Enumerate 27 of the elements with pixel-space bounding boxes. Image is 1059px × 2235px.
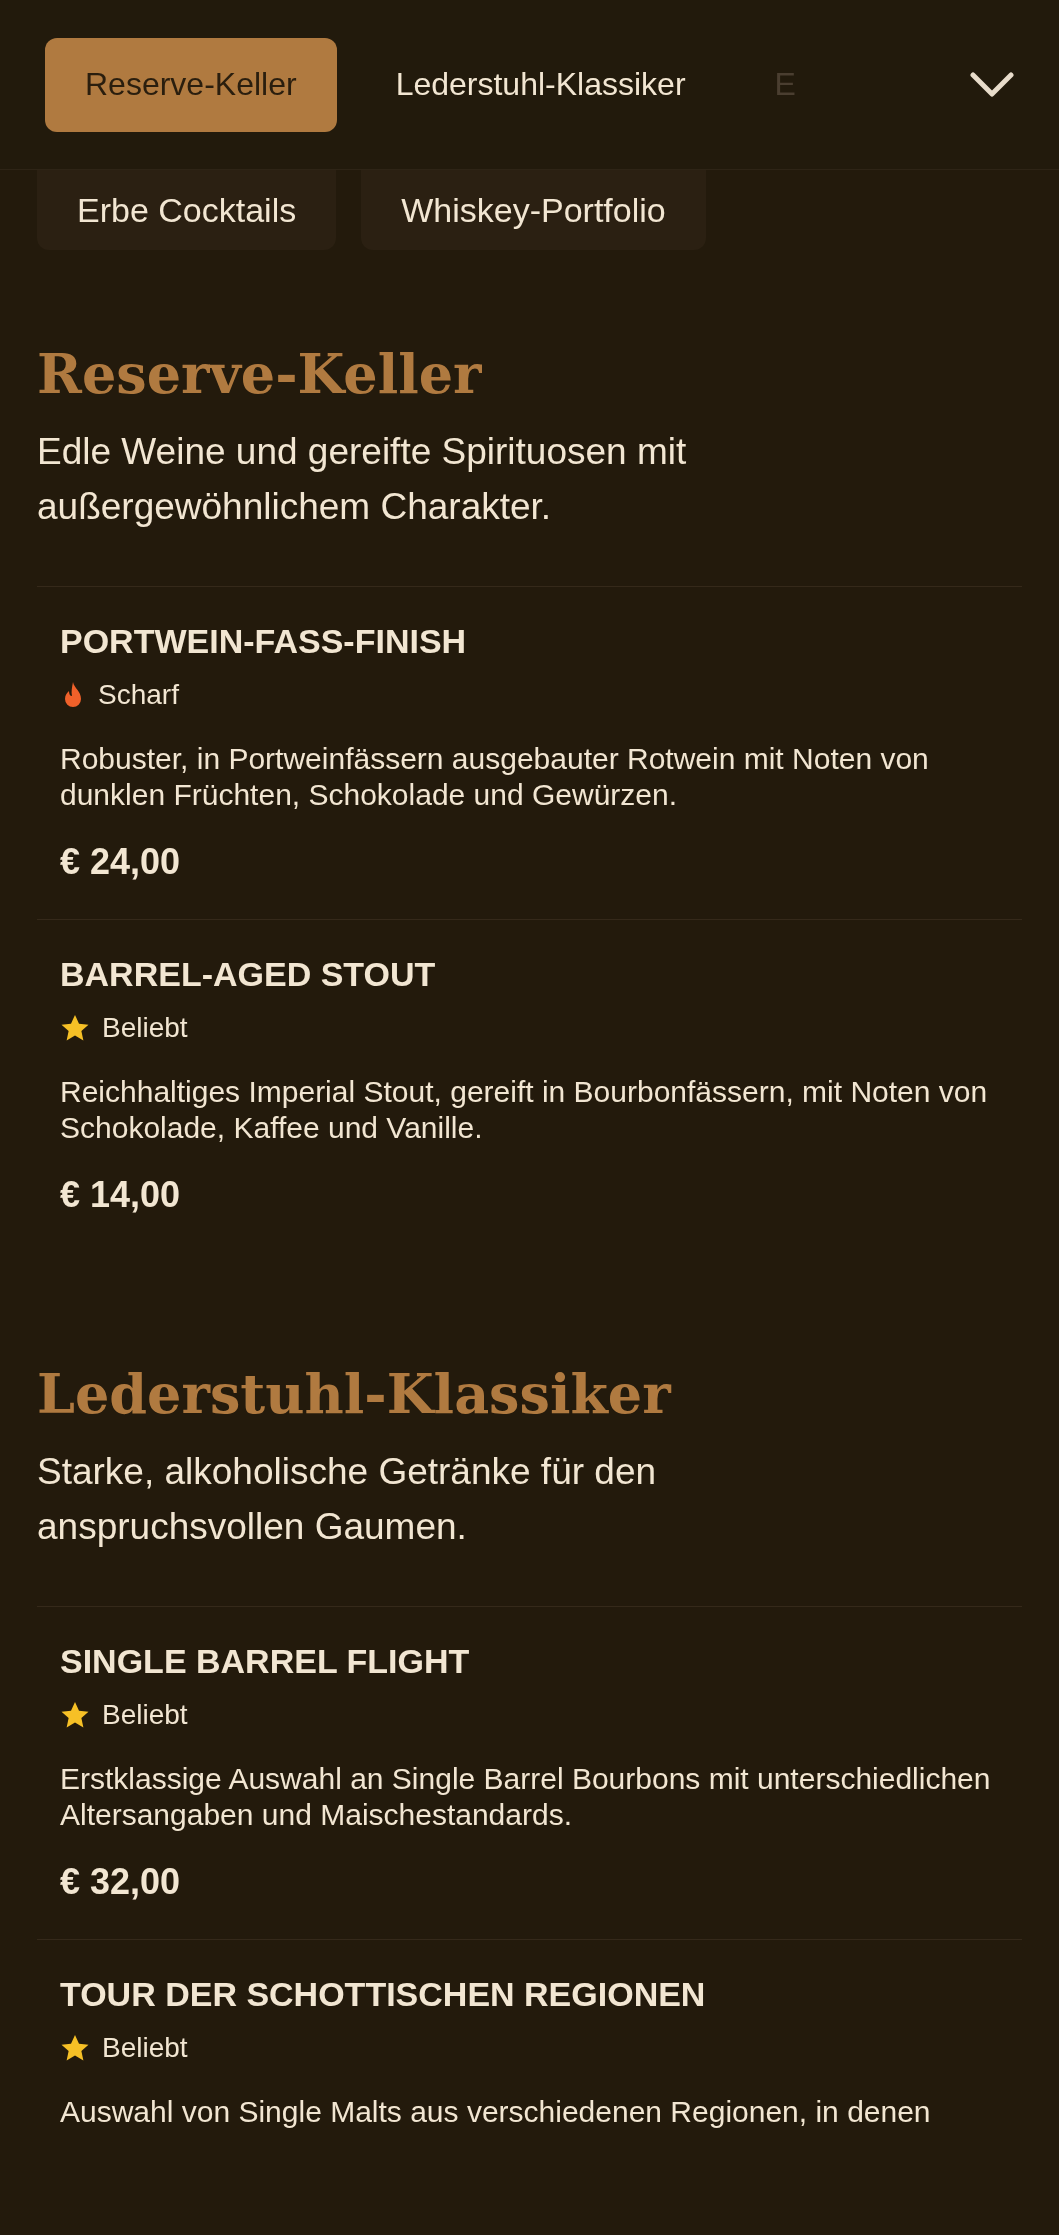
item-name: TOUR DER SCHOTTISCHEN REGIONEN: [60, 1974, 707, 2015]
item-name: SINGLE BARREL FLIGHT: [60, 1641, 471, 1682]
item-tag: Scharf: [98, 679, 179, 711]
item-price: € 14,00: [60, 1174, 182, 1216]
item-tag: Beliebt: [102, 2032, 188, 2064]
item-price: € 32,00: [60, 1861, 182, 1903]
item-description: Auswahl von Single Malts aus verschiedenen Regionen, in denen: [60, 2094, 932, 2130]
star-icon: [60, 1013, 90, 1043]
category-tab[interactable]: Lederstuhl-Klassiker: [372, 37, 709, 132]
section-subtitle: Edle Weine und gereifte Spirituosen mit außergewöhnlichem Charakter.: [37, 430, 688, 529]
item-description: Robuster, in Portweinfässern ausgebauter Rotwein mit Noten von dunklen Früchten, Schokolade und Gewürzen.: [60, 741, 930, 813]
item-tag: Beliebt: [102, 1699, 188, 1731]
category-tab[interactable]: Reserve-Keller: [45, 37, 337, 132]
item-name: BARREL-AGED STOUT: [60, 954, 437, 995]
item-description: Reichhaltiges Imperial Stout, gereift in Bourbonfässern, mit Noten von Schokolade, Kaffee und Vanille.: [60, 1074, 989, 1146]
star-icon: [60, 1700, 90, 1730]
chevron-down-icon[interactable]: [970, 71, 1014, 98]
category-tab[interactable]: Whiskey-Portfolio: [361, 170, 706, 250]
category-tab[interactable]: Erbe Cocktails: [37, 170, 337, 250]
section-title: Lederstuhl-Klassiker: [37, 1362, 673, 1426]
section-title: Reserve-Keller: [37, 342, 483, 406]
item-description: Erstklassige Auswahl an Single Barrel Bourbons mit unterschiedlichen Altersangaben und Maischestandards.: [60, 1761, 992, 1833]
item-tag: Beliebt: [102, 1012, 188, 1044]
section-subtitle: Starke, alkoholische Getränke für den anspruchsvollen Gaumen.: [37, 1450, 658, 1549]
star-icon: [60, 2033, 90, 2063]
item-name: PORTWEIN-FASS-FINISH: [60, 621, 468, 662]
item-price: € 24,00: [60, 841, 182, 883]
